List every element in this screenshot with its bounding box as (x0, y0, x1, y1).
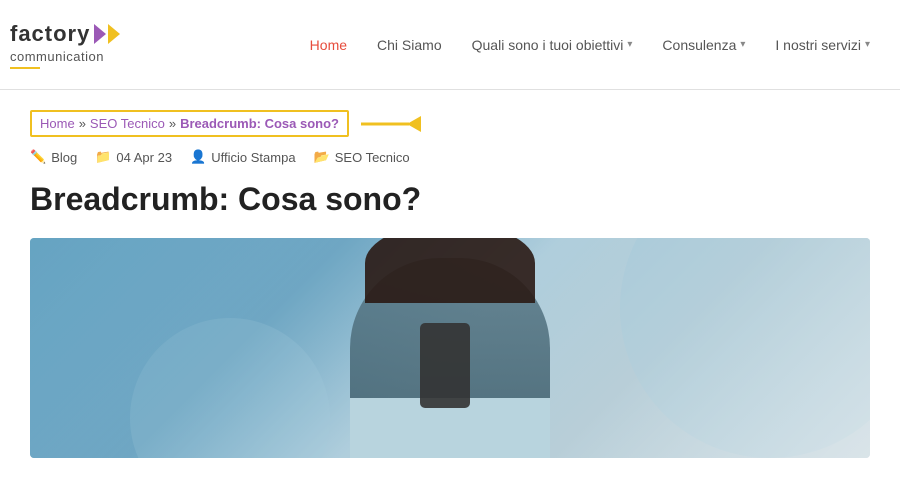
nav-item-chi-siamo[interactable]: Chi Siamo (377, 37, 442, 53)
meta-author: 👤 Ufficio Stampa (190, 149, 295, 165)
user-icon: 👤 (190, 149, 206, 165)
main-nav: Home Chi Siamo Quali sono i tuoi obietti… (310, 37, 870, 53)
meta-category-label: SEO Tecnico (335, 150, 410, 165)
breadcrumb-section: Home » SEO Tecnico » Breadcrumb: Cosa so… (30, 110, 870, 137)
phone-prop (420, 323, 470, 408)
yellow-arrow-icon (361, 114, 421, 134)
chevron-down-icon: ▾ (865, 39, 870, 50)
logo-underline (10, 67, 40, 69)
meta-info: ✏️ Blog 📁 04 Apr 23 👤 Ufficio Stampa 📂 S… (30, 149, 870, 165)
nav-item-obiettivi[interactable]: Quali sono i tuoi obiettivi ▾ (472, 37, 633, 53)
folder-icon: 📂 (314, 149, 330, 165)
breadcrumb-section-link[interactable]: SEO Tecnico (90, 116, 165, 131)
nav-item-home[interactable]: Home (310, 37, 347, 53)
arrow-purple-icon (94, 24, 106, 44)
logo-text-factory: factory (10, 21, 90, 47)
chevron-down-icon: ▾ (740, 39, 745, 50)
nav-item-servizi[interactable]: I nostri servizi ▾ (775, 37, 870, 53)
main-content: Home » SEO Tecnico » Breadcrumb: Cosa so… (0, 90, 900, 478)
breadcrumb-box: Home » SEO Tecnico » Breadcrumb: Cosa so… (30, 110, 349, 137)
site-header: factory communication Home Chi Siamo Qua… (0, 0, 900, 90)
pencil-icon: ✏️ (30, 149, 46, 165)
logo-arrows (94, 24, 120, 44)
meta-date: 📁 04 Apr 23 (95, 149, 172, 165)
chevron-down-icon: ▾ (627, 39, 632, 50)
breadcrumb-home-link[interactable]: Home (40, 116, 75, 131)
meta-author-label: Ufficio Stampa (211, 150, 295, 165)
hero-image (30, 238, 870, 458)
breadcrumb-sep-2: » (169, 116, 176, 131)
person-hair (365, 238, 535, 303)
logo[interactable]: factory communication (10, 21, 120, 69)
page-title: Breadcrumb: Cosa sono? (30, 181, 870, 218)
meta-category: 📂 SEO Tecnico (314, 149, 410, 165)
meta-blog-label: Blog (51, 150, 77, 165)
arrow-yellow-icon (108, 24, 120, 44)
meta-date-label: 04 Apr 23 (116, 150, 172, 165)
breadcrumb-sep-1: » (79, 116, 86, 131)
breadcrumb-current: Breadcrumb: Cosa sono? (180, 116, 339, 131)
meta-blog: ✏️ Blog (30, 149, 77, 165)
calendar-icon: 📁 (95, 149, 111, 165)
nav-item-consulenza[interactable]: Consulenza ▾ (662, 37, 745, 53)
annotation-arrow (361, 114, 421, 134)
logo-text-communication: communication (10, 49, 120, 64)
